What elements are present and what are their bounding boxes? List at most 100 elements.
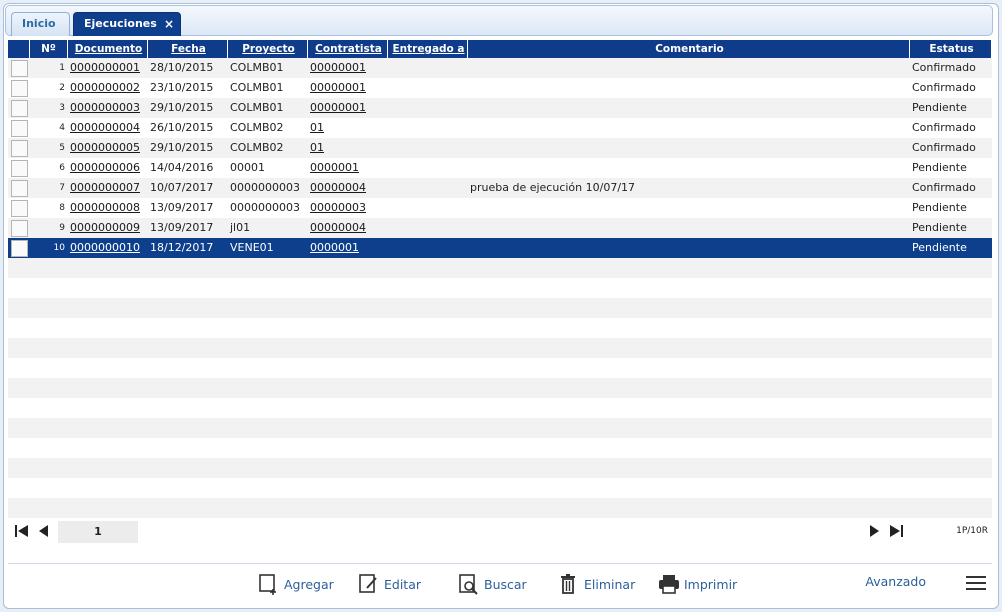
imprimir-label: Imprimir <box>684 576 738 592</box>
table-row[interactable]: 5 0000000005 29/10/2015 COLMB02 01 Confirmado <box>8 138 992 158</box>
page-number[interactable]: 1 <box>58 521 138 543</box>
comentario-cell <box>468 138 910 158</box>
row-number: 5 <box>59 143 65 153</box>
contratista-link[interactable]: 00000001 <box>310 81 366 94</box>
last-page-icon[interactable] <box>888 523 904 539</box>
table-row[interactable]: 6 0000000006 14/04/2016 00001 0000001 Pendien… <box>8 158 992 178</box>
comentario-cell <box>468 198 910 218</box>
row-checkbox[interactable] <box>10 139 28 157</box>
row-checkbox[interactable] <box>10 179 28 197</box>
empty-row <box>8 358 992 378</box>
avanzado-button[interactable]: Avanzado <box>865 574 926 589</box>
tab-ejecuciones[interactable]: Ejecuciones × <box>73 12 181 36</box>
entregado-cell <box>388 158 468 178</box>
empty-row <box>8 338 992 358</box>
proyecto-cell: 00001 <box>230 161 265 174</box>
empty-row <box>8 458 992 478</box>
header-comentario: Comentario <box>468 40 910 58</box>
contratista-link[interactable]: 00000004 <box>310 181 366 194</box>
documento-cell: 0000000006 <box>68 158 148 178</box>
agregar-button[interactable]: Agregar <box>258 572 334 596</box>
row-checkbox[interactable] <box>10 159 28 177</box>
editar-button[interactable]: Editar <box>358 572 421 596</box>
table-row[interactable]: 8 0000000008 13/09/2017 0000000003 00000003 P… <box>8 198 992 218</box>
hamburger-menu-icon[interactable] <box>966 576 986 590</box>
header-select <box>8 40 30 58</box>
table-row[interactable]: 2 0000000002 23/10/2015 COLMB01 00000001 Conf… <box>8 78 992 98</box>
table-row[interactable]: 4 0000000004 26/10/2015 COLMB02 01 Confirmado <box>8 118 992 138</box>
documento-link[interactable]: 0000000005 <box>70 141 140 154</box>
row-number: 6 <box>59 163 65 173</box>
row-checkbox[interactable] <box>10 79 28 97</box>
row-select-cell <box>8 198 30 218</box>
table-row[interactable]: 9 0000000009 13/09/2017 jl01 00000004 Pendien… <box>8 218 992 238</box>
documento-link[interactable]: 0000000006 <box>70 161 140 174</box>
contratista-cell: 0000001 <box>308 238 388 258</box>
buscar-button[interactable]: Buscar <box>458 572 527 596</box>
close-icon[interactable]: × <box>164 13 174 35</box>
buscar-label: Buscar <box>484 576 527 592</box>
contratista-link[interactable]: 00000001 <box>310 101 366 114</box>
header-documento[interactable]: Documento <box>68 40 148 58</box>
estatus-cell: Confirmado <box>912 141 976 154</box>
header-contratista[interactable]: Contratista <box>308 40 388 58</box>
data-grid: Nº Documento Fecha Proyecto Contratista … <box>8 40 992 518</box>
contratista-cell: 00000004 <box>308 218 388 238</box>
table-row[interactable]: 1 0000000001 28/10/2015 COLMB01 00000001 Conf… <box>8 58 992 78</box>
fecha-cell: 13/09/2017 <box>150 201 214 214</box>
imprimir-button[interactable]: Imprimir <box>658 572 737 596</box>
table-row[interactable]: 10 0000000010 18/12/2017 VENE01 0000001 Pendi… <box>8 238 992 258</box>
contratista-link[interactable]: 00000003 <box>310 201 366 214</box>
documento-link[interactable]: 0000000007 <box>70 181 140 194</box>
tab-label: Ejecuciones <box>84 17 157 30</box>
next-page-icon[interactable] <box>866 523 882 539</box>
proyecto-cell: 0000000003 <box>230 201 300 214</box>
documento-link[interactable]: 0000000003 <box>70 101 140 114</box>
printer-icon <box>659 575 679 594</box>
previous-page-icon[interactable] <box>36 523 52 539</box>
contratista-link[interactable]: 00000004 <box>310 221 366 234</box>
contratista-link[interactable]: 00000001 <box>310 61 366 74</box>
header-fecha[interactable]: Fecha <box>148 40 228 58</box>
tab-inicio[interactable]: Inicio <box>11 12 70 36</box>
row-checkbox[interactable] <box>10 119 28 137</box>
estatus-cell: Confirmado <box>912 121 976 134</box>
agregar-label: Agregar <box>284 576 334 592</box>
row-checkbox[interactable] <box>10 59 28 77</box>
contratista-link[interactable]: 0000001 <box>310 241 359 254</box>
documento-link[interactable]: 0000000004 <box>70 121 140 134</box>
row-checkbox[interactable] <box>10 239 28 257</box>
empty-row <box>8 318 992 338</box>
contratista-link[interactable]: 0000001 <box>310 161 359 174</box>
row-checkbox[interactable] <box>10 199 28 217</box>
table-row[interactable]: 7 0000000007 10/07/2017 0000000003 00000004 p… <box>8 178 992 198</box>
entregado-cell <box>388 78 468 98</box>
empty-row <box>8 298 992 318</box>
header-entregado[interactable]: Entregado a <box>388 40 468 58</box>
header-proyecto[interactable]: Proyecto <box>228 40 308 58</box>
entregado-cell <box>388 218 468 238</box>
tab-label: Inicio <box>22 17 56 30</box>
fecha-cell: 28/10/2015 <box>150 61 214 74</box>
entregado-cell <box>388 138 468 158</box>
table-row[interactable]: 3 0000000003 29/10/2015 COLMB01 00000001 Pend… <box>8 98 992 118</box>
documento-link[interactable]: 0000000010 <box>70 241 140 254</box>
row-checkbox[interactable] <box>10 219 28 237</box>
comentario-cell <box>468 158 910 178</box>
contratista-cell: 00000001 <box>308 78 388 98</box>
documento-cell: 0000000002 <box>68 78 148 98</box>
first-page-icon[interactable] <box>14 523 30 539</box>
row-number: 3 <box>59 103 65 113</box>
documento-cell: 0000000007 <box>68 178 148 198</box>
empty-row <box>8 478 992 498</box>
documento-link[interactable]: 0000000008 <box>70 201 140 214</box>
contratista-link[interactable]: 01 <box>310 141 324 154</box>
documento-link[interactable]: 0000000002 <box>70 81 140 94</box>
entregado-cell <box>388 238 468 258</box>
row-checkbox[interactable] <box>10 99 28 117</box>
documento-link[interactable]: 0000000009 <box>70 221 140 234</box>
documento-link[interactable]: 0000000001 <box>70 61 140 74</box>
eliminar-button[interactable]: Eliminar <box>558 572 635 596</box>
fecha-cell: 29/10/2015 <box>150 141 214 154</box>
contratista-link[interactable]: 01 <box>310 121 324 134</box>
